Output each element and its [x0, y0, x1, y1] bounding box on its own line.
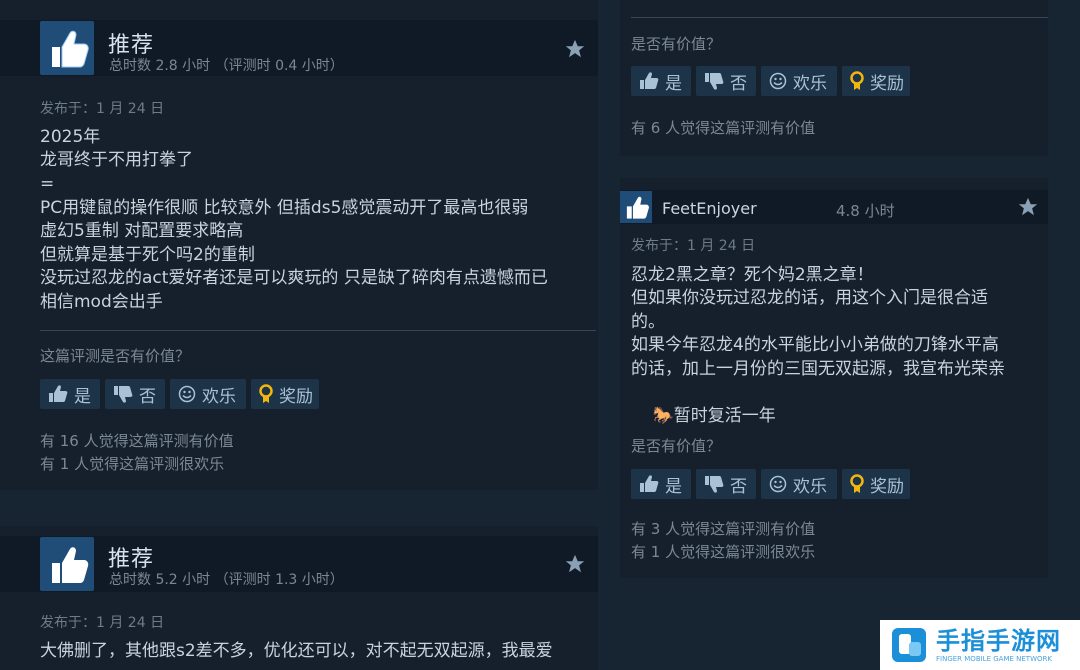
- review-body-line: 的话，加上一月份的三国无双起源，我宣布光荣亲: [631, 359, 1005, 379]
- thumbs-up-icon: [49, 385, 68, 402]
- thumbs-up-icon: [640, 72, 659, 89]
- thumbs-up-icon: [40, 537, 94, 591]
- award-label: 奖励: [870, 73, 904, 94]
- review-body-text: 暂时复活一年: [673, 405, 776, 426]
- review-body-line: 虚幻5重制 对配置要求略高: [40, 221, 244, 241]
- helpful-question: 是否有价值？: [631, 437, 722, 455]
- vote-funny-label: 欢乐: [793, 476, 827, 497]
- posted-date: 发布于：1 月 24 日: [631, 238, 756, 254]
- vote-yes-label: 是: [665, 73, 682, 94]
- review-body-line: 没玩过忍龙的act爱好者还是可以爽玩的 只是缺了碎肉有点遗憾而已: [40, 268, 548, 288]
- thumbs-down-icon: [705, 73, 724, 90]
- vote-no-label: 否: [730, 476, 747, 497]
- review-body-line: PC用键鼠的操作很顺 比较意外 但插ds5感觉震动开了最高也很弱: [40, 198, 529, 218]
- award-button[interactable]: 奖励: [842, 66, 910, 96]
- site-logo-watermark: 手指手游网 FINGER MOBILE GAME NETWORK: [880, 620, 1080, 670]
- review-card-2: 推荐 总时数 5.2 小时 （评测时 1.3 小时） 发布于：1 月 24 日 …: [0, 526, 598, 670]
- vote-no-button[interactable]: 否: [696, 66, 756, 96]
- star-icon[interactable]: [1017, 196, 1039, 218]
- logo-subtitle: FINGER MOBILE GAME NETWORK: [936, 654, 1052, 663]
- review-body-line: 但如果你没玩过忍龙的话，用这个入门是很合适: [631, 288, 988, 308]
- vote-funny-button[interactable]: 欢乐: [761, 469, 837, 499]
- star-icon[interactable]: [564, 38, 586, 60]
- vote-no-label: 否: [730, 73, 747, 94]
- award-button[interactable]: 奖励: [251, 379, 319, 409]
- username[interactable]: FeetEnjoyer: [662, 199, 757, 218]
- smiley-icon: [769, 475, 787, 493]
- funny-count: 有 1 人觉得这篇评测很欢乐: [40, 455, 225, 473]
- review-body-line: 相信mod会出手: [40, 292, 163, 312]
- thumbs-down-icon: [705, 476, 724, 493]
- award-ribbon-icon: [850, 71, 864, 90]
- review-body-line: 的。: [631, 312, 665, 332]
- smiley-icon: [769, 72, 787, 90]
- vote-funny-label: 欢乐: [793, 73, 827, 94]
- vote-no-button[interactable]: 否: [696, 469, 756, 499]
- review-card-1: 推荐 总时数 2.8 小时 （评测时 0.4 小时） 发布于：1 月 24 日 …: [0, 0, 598, 490]
- helpful-question: 是否有价值？: [631, 35, 722, 53]
- vote-no-button[interactable]: 否: [105, 379, 165, 409]
- helpful-count: 有 3 人觉得这篇评测有价值: [631, 520, 816, 538]
- playtime-hours: 4.8 小时: [836, 202, 895, 220]
- star-icon[interactable]: [564, 553, 586, 575]
- vote-funny-label: 欢乐: [202, 386, 236, 407]
- review-body-line: 如果今年忍龙4的水平能比小小弟做的刀锋水平高: [631, 335, 999, 355]
- divider: [631, 17, 1048, 18]
- vote-yes-button[interactable]: 是: [631, 469, 691, 499]
- review-body-line: 2025年: [40, 127, 101, 147]
- review-body-line: 大佛删了，其他跟s2差不多，优化还可以，对不起无双起源，我最爱: [40, 641, 553, 661]
- vote-funny-button[interactable]: 欢乐: [761, 66, 837, 96]
- award-label: 奖励: [870, 476, 904, 497]
- vote-yes-button[interactable]: 是: [40, 379, 100, 409]
- divider: [40, 330, 596, 331]
- review-body-line: 忍龙2黑之章？死个妈2黑之章！: [631, 265, 874, 285]
- review-body-line: 龙哥终于不用打拳了: [40, 150, 193, 170]
- award-label: 奖励: [279, 386, 313, 407]
- review-card-3: FeetEnjoyer 4.8 小时 发布于：1 月 24 日 忍龙2黑之章？死…: [620, 178, 1048, 578]
- award-ribbon-icon: [259, 384, 273, 403]
- review-card-top-right: 是否有价值？ 是 否 欢乐 奖励 有 6 人觉得这篇评测有价值: [620, 0, 1048, 156]
- vote-yes-button[interactable]: 是: [631, 66, 691, 96]
- thumbs-up-icon: [626, 196, 649, 219]
- funny-count: 有 1 人觉得这篇评测很欢乐: [631, 543, 816, 561]
- award-button[interactable]: 奖励: [842, 469, 910, 499]
- vote-yes-label: 是: [665, 476, 682, 497]
- smiley-icon: [178, 385, 196, 403]
- vote-funny-button[interactable]: 欢乐: [170, 379, 246, 409]
- logo-mark-icon: [890, 626, 928, 664]
- review-body-line: 但就算是基于死个吗2的重制: [40, 245, 255, 265]
- posted-date: 发布于：1 月 24 日: [40, 101, 165, 117]
- horse-emoji: 🐎: [652, 405, 674, 426]
- vote-no-label: 否: [139, 386, 156, 407]
- avatar: [620, 191, 652, 223]
- posted-date: 发布于：1 月 24 日: [40, 615, 165, 631]
- thumbs-down-icon: [114, 386, 133, 403]
- review-body-line: =: [40, 174, 55, 194]
- helpful-count: 有 6 人觉得这篇评测有价值: [631, 119, 816, 137]
- award-ribbon-icon: [850, 474, 864, 493]
- vote-yes-label: 是: [74, 386, 91, 407]
- helpful-count: 有 16 人觉得这篇评测有价值: [40, 432, 234, 450]
- helpful-question: 这篇评测是否有价值？: [40, 347, 191, 365]
- thumbs-up-icon: [640, 475, 659, 492]
- thumbs-up-icon: [40, 21, 94, 75]
- logo-title: 手指手游网: [936, 626, 1061, 655]
- playtime-hours: 总时数 5.2 小时 （评测时 1.3 小时）: [109, 572, 344, 588]
- playtime-hours: 总时数 2.8 小时 （评测时 0.4 小时）: [109, 58, 344, 74]
